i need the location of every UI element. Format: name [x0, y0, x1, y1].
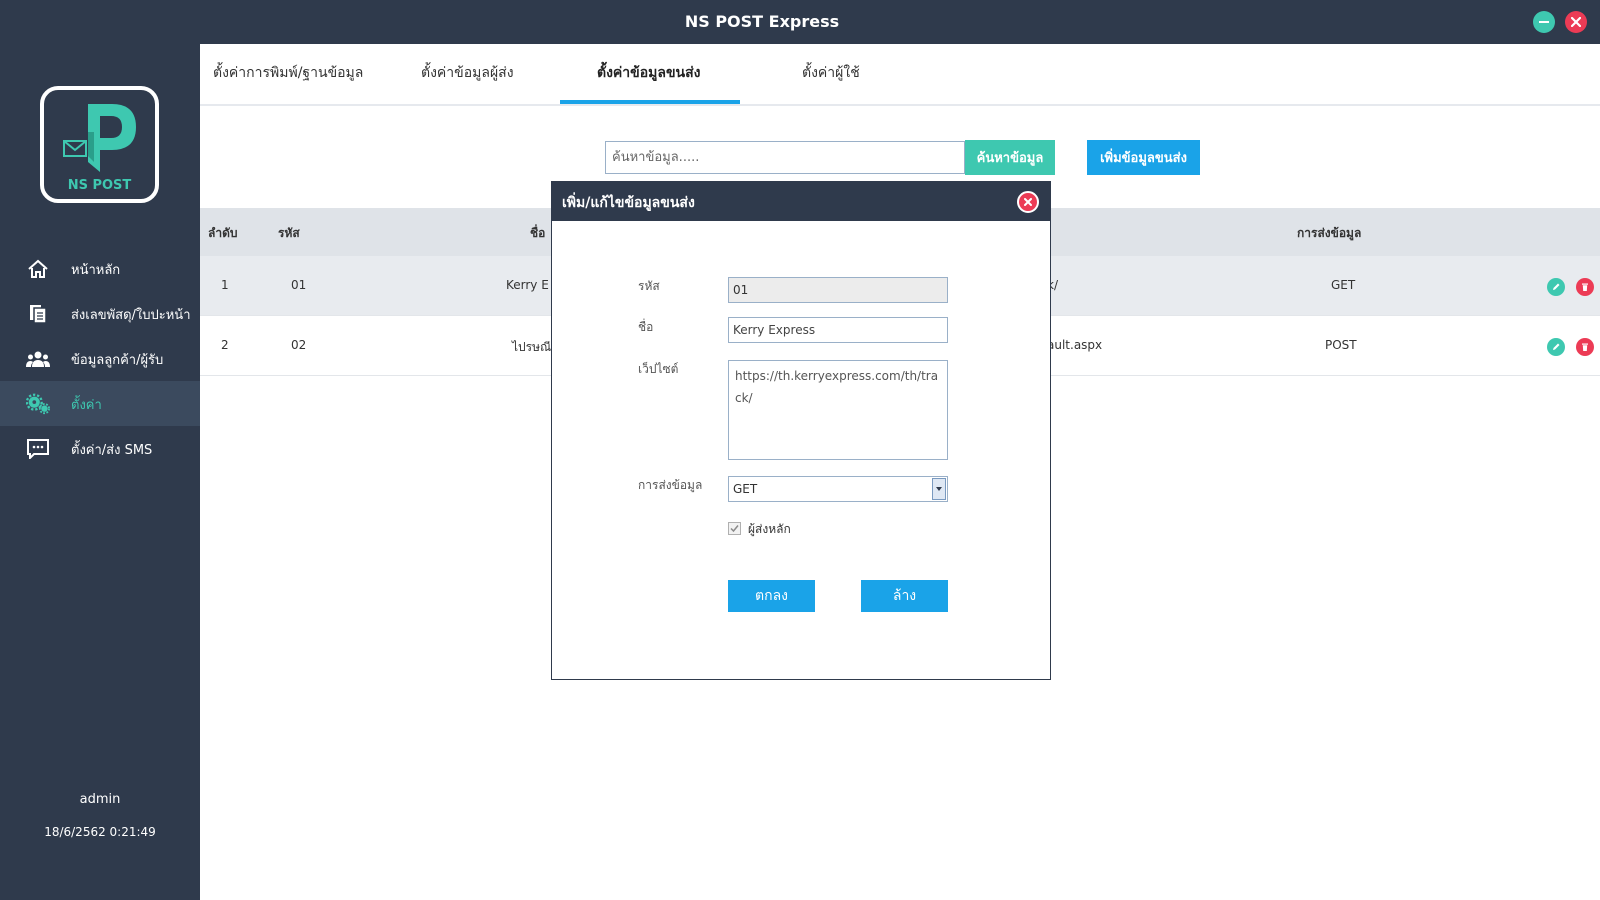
code-field: 01: [728, 277, 948, 303]
minimize-icon: [1539, 21, 1549, 23]
sidebar-item-label: ตั้งค่า/ส่ง SMS: [71, 443, 153, 458]
gear-icon: [26, 393, 50, 415]
delete-button[interactable]: [1576, 338, 1594, 356]
cell-name: ไปรษณี: [512, 340, 552, 354]
title-bar: NS POST Express: [0, 0, 1600, 44]
dialog-title: เพิ่ม/แก้ไขข้อมูลขนส่ง: [562, 195, 695, 211]
logo-p-icon: [63, 104, 136, 172]
method-selected-value: GET: [733, 482, 758, 496]
trash-icon: [1582, 343, 1588, 351]
sidebar-item-home[interactable]: หน้าหลัก: [0, 246, 200, 291]
pencil-icon: [1553, 343, 1560, 350]
tab-shipping-settings[interactable]: ตั้งค่าข้อมูลขนส่ง: [597, 62, 700, 84]
tab-user-settings[interactable]: ตั้งค่าผู้ใช้: [802, 62, 860, 84]
method-select[interactable]: GET: [728, 476, 948, 502]
column-header-no: ลำดับ: [208, 226, 238, 240]
sidebar-item-label: ตั้งค่า: [71, 398, 102, 413]
active-tab-indicator: [560, 100, 740, 104]
search-button[interactable]: ค้นหาข้อมูล: [965, 140, 1055, 175]
sidebar-item-settings[interactable]: ตั้งค่า: [0, 381, 200, 426]
current-user: admin: [79, 792, 121, 807]
sidebar-item-customers[interactable]: ข้อมูลลูกค้า/ผู้รับ: [0, 336, 200, 381]
window-title: NS POST Express: [684, 12, 840, 31]
main-sender-label: ผู้ส่งหลัก: [748, 522, 791, 536]
close-window-button[interactable]: [1565, 11, 1587, 33]
tab-sender-settings[interactable]: ตั้งค่าข้อมูลผู้ส่ง: [421, 62, 514, 84]
close-icon: [1024, 198, 1032, 206]
dialog-header: เพิ่ม/แก้ไขข้อมูลขนส่ง: [552, 182, 1050, 221]
sidebar-item-label: ข้อมูลลูกค้า/ผู้รับ: [71, 353, 164, 368]
website-label: เว็ปไซต์: [638, 362, 679, 376]
name-label: ชื่อ: [638, 320, 654, 334]
users-icon: [26, 348, 50, 370]
sidebar-item-sms[interactable]: ตั้งค่า/ส่ง SMS: [0, 426, 200, 471]
trash-icon: [1582, 283, 1588, 291]
chat-icon: [26, 438, 50, 460]
document-icon: [26, 303, 50, 325]
current-datetime: 18/6/2562 0:21:49: [44, 825, 156, 839]
column-header-code: รหัส: [278, 226, 300, 240]
cell-method: POST: [1325, 338, 1357, 352]
cell-name: Kerry E: [506, 278, 549, 292]
method-label: การส่งข้อมูล: [638, 478, 703, 492]
name-field[interactable]: Kerry Express: [728, 317, 948, 343]
minimize-button[interactable]: [1533, 11, 1555, 33]
close-icon: [1571, 17, 1581, 27]
home-icon: [26, 258, 50, 280]
ns-post-logo: NS POST: [40, 86, 159, 203]
cell-no: 2: [221, 338, 229, 352]
edit-button[interactable]: [1547, 278, 1565, 296]
check-icon: [730, 525, 739, 533]
pencil-icon: [1553, 283, 1560, 290]
sidebar-item-tracking[interactable]: ส่งเลขพัสดุ/ใบปะหน้า: [0, 291, 200, 336]
sidebar-item-label: หน้าหลัก: [71, 263, 121, 278]
sidebar-item-label: ส่งเลขพัสดุ/ใบปะหน้า: [71, 308, 191, 323]
cell-code: 01: [291, 278, 307, 292]
edit-button[interactable]: [1547, 338, 1565, 356]
tab-print-database[interactable]: ตั้งค่าการพิมพ์/ฐานข้อมูล: [213, 62, 363, 84]
edit-shipping-dialog: เพิ่ม/แก้ไขข้อมูลขนส่ง รหัส 01 ชื่อ Kerr…: [551, 181, 1051, 680]
sidebar: NS POST หน้าหลัก ส่งเลขพัสดุ/ใบปะหน้า ข้…: [0, 44, 200, 900]
cell-website: ault.aspx: [1047, 338, 1103, 352]
logo-text: NS POST: [67, 178, 132, 193]
dialog-close-button[interactable]: [1017, 191, 1039, 213]
clear-button[interactable]: ล้าง: [861, 580, 948, 612]
delete-button[interactable]: [1576, 278, 1594, 296]
code-label: รหัส: [638, 279, 660, 293]
settings-tabs: ตั้งค่าการพิมพ์/ฐานข้อมูล ตั้งค่าข้อมูลผ…: [200, 44, 1600, 106]
chevron-down-icon[interactable]: [932, 478, 946, 500]
ok-button[interactable]: ตกลง: [728, 580, 815, 612]
search-input[interactable]: [605, 141, 965, 174]
main-sender-checkbox[interactable]: [728, 522, 741, 535]
column-header-name: ชื่อ: [530, 226, 546, 240]
sidebar-nav: หน้าหลัก ส่งเลขพัสดุ/ใบปะหน้า ข้อมูลลูกค…: [0, 246, 200, 471]
cell-no: 1: [221, 278, 229, 292]
add-shipping-button[interactable]: เพิ่มข้อมูลขนส่ง: [1087, 140, 1200, 175]
cell-method: GET: [1331, 278, 1356, 292]
column-header-method: การส่งข้อมูล: [1297, 226, 1362, 240]
cell-code: 02: [291, 338, 307, 352]
website-field[interactable]: https://th.kerryexpress.com/th/track/: [728, 360, 948, 460]
